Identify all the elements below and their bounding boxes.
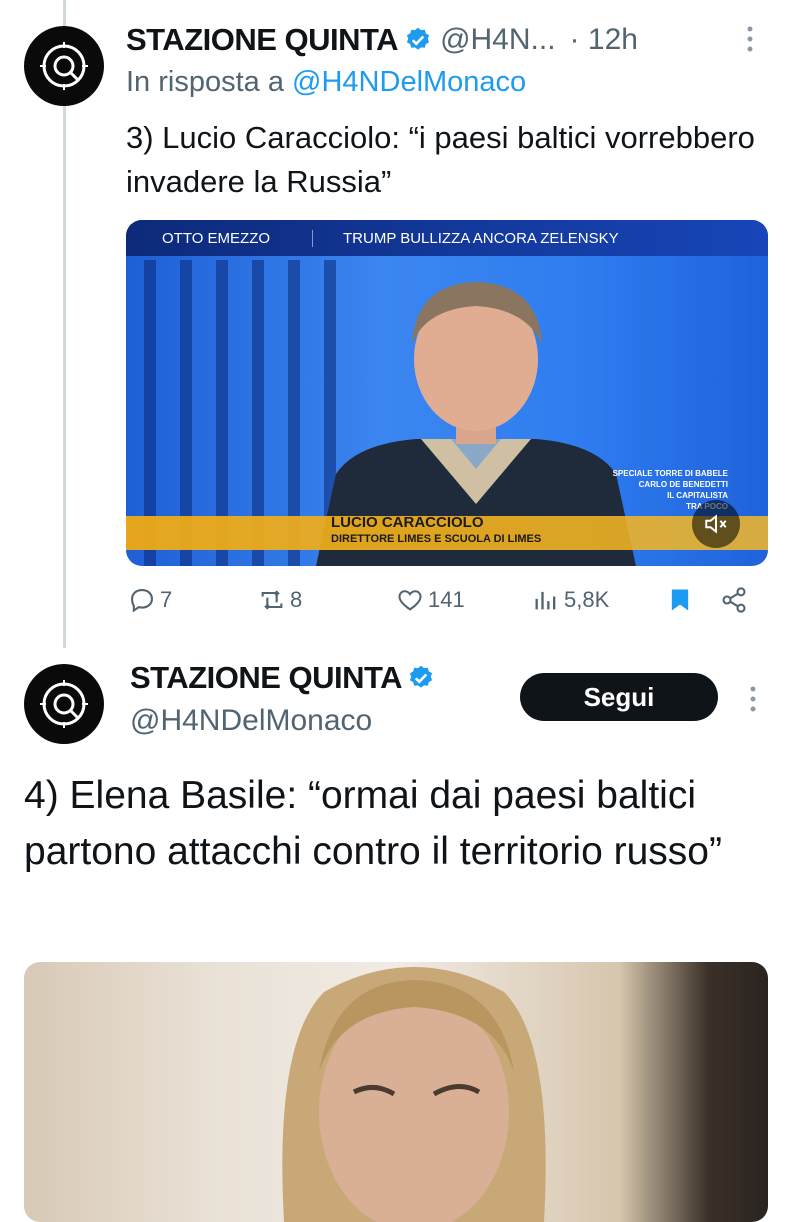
show-name: OTTO EMEZZO (162, 229, 271, 247)
more-options-icon[interactable] (741, 684, 765, 720)
repost-count: 8 (290, 587, 303, 612)
follow-button[interactable]: Segui (520, 673, 718, 721)
tweet-header: STAZIONE QUINTA (130, 660, 435, 696)
tv-banner: OTTO EMEZZO TRUMP BULLIZZA ANCORA ZELENS… (126, 220, 768, 256)
views-chart-icon (535, 591, 556, 610)
verified-badge-icon (409, 665, 432, 688)
tweet-header: STAZIONE QUINTA @H4N... · 12h (126, 18, 766, 62)
repost-icon (261, 590, 283, 610)
speaker-mute-icon[interactable] (692, 500, 740, 548)
repost-button[interactable]: 8 (258, 586, 302, 614)
bookmark-button[interactable] (666, 586, 698, 614)
tweet-actions: 7 8 141 5,8K (126, 586, 766, 624)
reply-button[interactable]: 7 (128, 586, 172, 614)
video-player[interactable] (24, 962, 768, 1222)
author-name[interactable]: STAZIONE QUINTA (130, 660, 403, 695)
author-handle[interactable]: @H4NDelMonaco (130, 704, 372, 738)
verified-badge-icon (406, 27, 430, 50)
reply-icon (131, 589, 153, 613)
author-handle[interactable]: @H4N... (440, 23, 555, 57)
speaker-figure (282, 967, 546, 1222)
share-icon (722, 587, 746, 613)
reply-count: 7 (160, 587, 173, 612)
more-options-icon[interactable] (738, 24, 762, 60)
like-count: 141 (428, 587, 465, 612)
compass-logo-icon (40, 42, 88, 90)
tweet-text: 4) Elena Basile: “ormai dai paesi baltic… (24, 774, 722, 873)
views-button[interactable]: 5,8K (532, 586, 609, 614)
tweet-text: 3) Lucio Caracciolo: “i paesi baltici vo… (126, 120, 755, 199)
lower-third-name: LUCIO CARACCIOLO (331, 514, 484, 531)
headline: TRUMP BULLIZZA ANCORA ZELENSKY (312, 229, 619, 247)
bookmark-icon (671, 589, 689, 611)
heart-icon (398, 590, 422, 611)
view-count: 5,8K (564, 587, 610, 612)
like-button[interactable]: 141 (396, 586, 465, 614)
share-button[interactable] (720, 586, 752, 614)
tweet-time[interactable]: · 12h (570, 23, 638, 57)
reply-context: In risposta a @H4NDelMonaco (126, 66, 527, 98)
compass-logo-icon (40, 680, 88, 728)
avatar[interactable] (24, 664, 104, 744)
video-player[interactable]: OTTO EMEZZO TRUMP BULLIZZA ANCORA ZELENS… (126, 220, 768, 566)
lower-third-role: DIRETTORE LIMES E SCUOLA DI LIMES (331, 533, 542, 545)
author-name[interactable]: STAZIONE QUINTA (126, 22, 399, 58)
avatar[interactable] (24, 26, 104, 106)
reply-handle-link[interactable]: @H4NDelMonaco (292, 66, 526, 98)
